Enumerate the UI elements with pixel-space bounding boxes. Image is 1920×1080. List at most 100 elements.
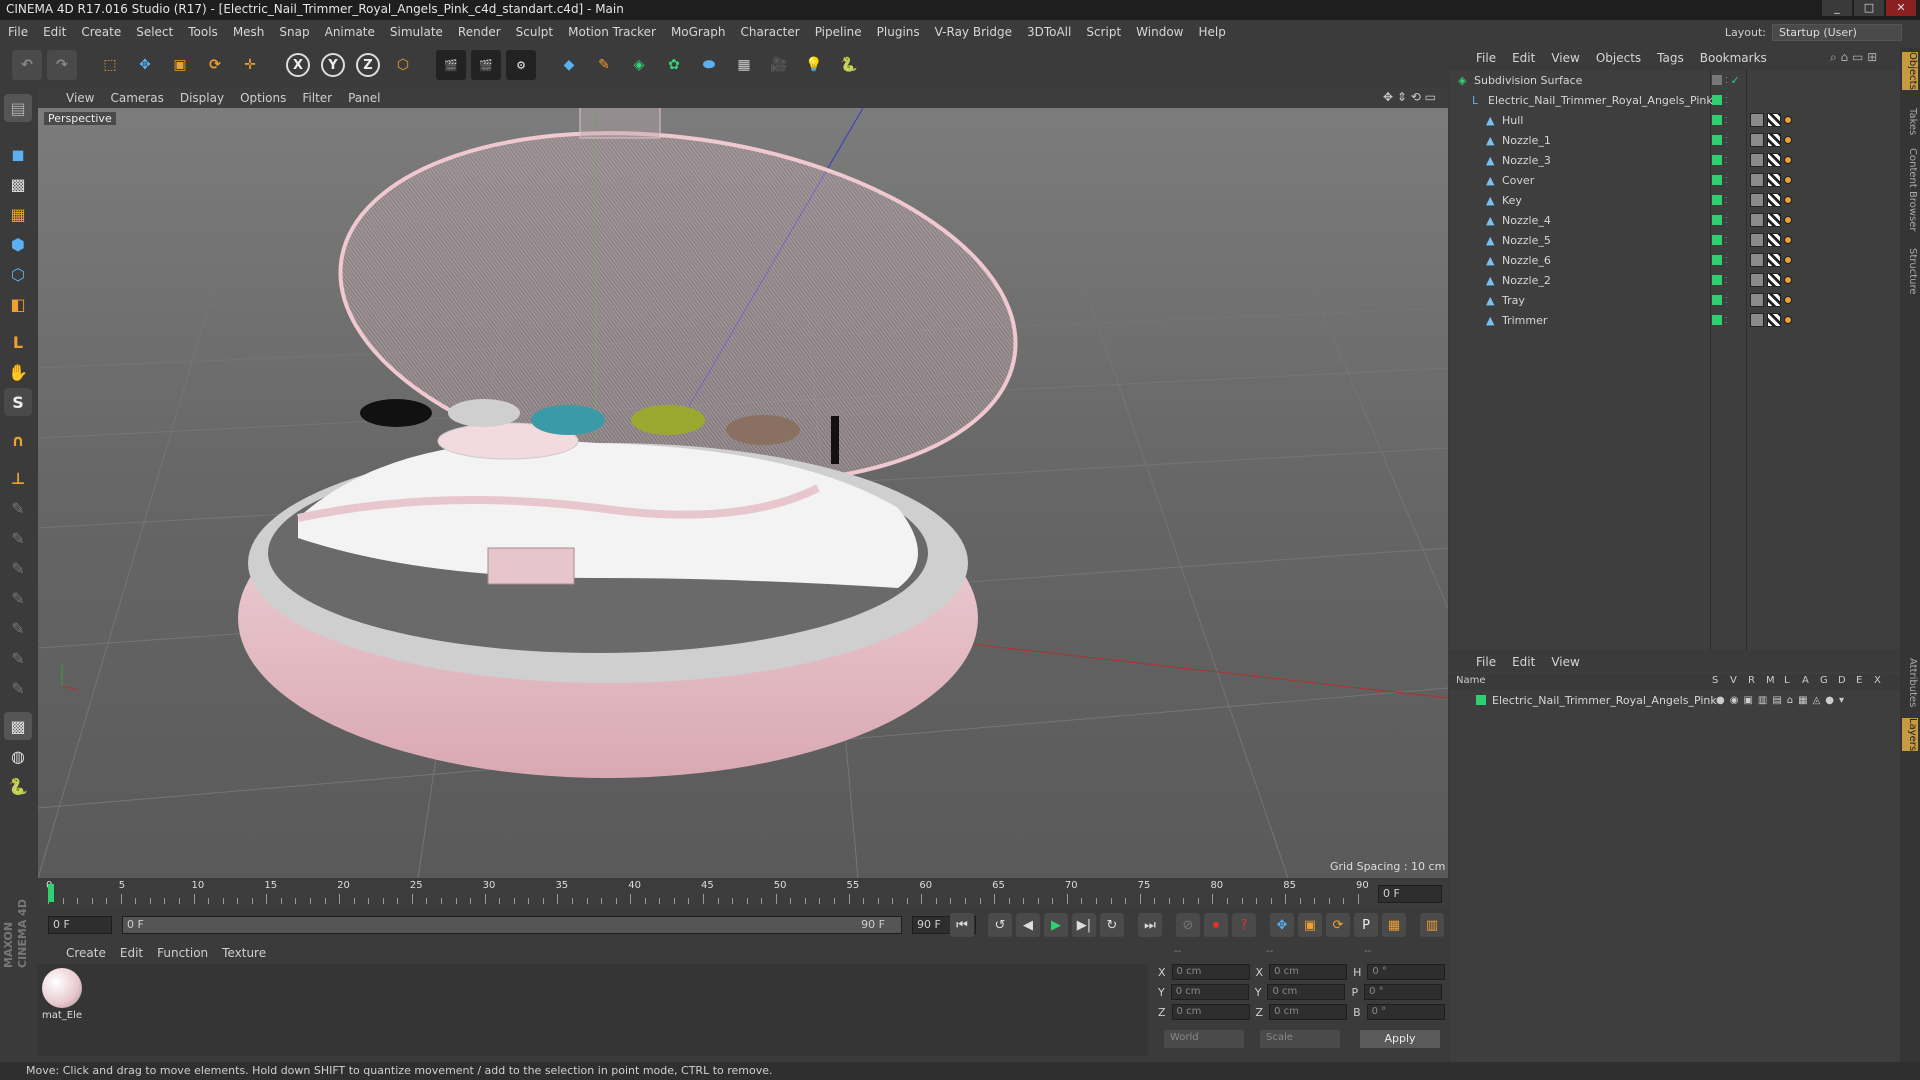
visibility-dots-icon[interactable]: ⁚ [1725,216,1728,225]
enabled-check-icon[interactable]: ✓ [1731,74,1740,87]
layer-column-header[interactable]: V [1730,675,1737,686]
brush-tool-4-icon[interactable]: ✎ [4,584,32,612]
viewport-nav-icons[interactable]: ✥ ⇕ ⟲ ▭ [1383,90,1436,104]
material-tag-icon[interactable] [1767,293,1781,307]
tab-attributes[interactable]: Attributes [1902,658,1918,707]
layer-column-header[interactable]: L [1784,675,1790,686]
visibility-toggles[interactable]: ⁚ ✓ [1712,74,1740,87]
layer-color-chip[interactable] [1712,155,1722,165]
close-button[interactable]: ✕ [1886,0,1916,16]
rotate-tool-icon[interactable]: ⟳ [200,50,230,80]
x-axis-lock-button[interactable]: X [283,50,313,80]
layer-color-chip[interactable] [1712,75,1722,85]
phong-tag-icon[interactable] [1784,176,1792,184]
coordinate-system-icon[interactable]: ⬡ [388,50,418,80]
redo-button[interactable]: ↷ [47,50,77,80]
checker-icon[interactable]: ▩ [4,712,32,740]
layer-color-chip[interactable] [1712,275,1722,285]
layer-color-chip[interactable] [1712,295,1722,305]
phong-tag-icon[interactable] [1784,216,1792,224]
menu-select[interactable]: Select [136,25,173,39]
visibility-toggles[interactable]: ⁚ [1712,315,1728,325]
object-menu-tags[interactable]: Tags [1657,51,1684,65]
render-settings-icon[interactable]: ⚙ [506,50,536,80]
texture-tag-icon[interactable] [1750,173,1764,187]
deformer-icon[interactable]: ⬬ [694,50,724,80]
texture-tag-icon[interactable] [1750,233,1764,247]
render-view-icon[interactable]: 🎬 [436,50,466,80]
layer-menu-file[interactable]: File [1476,655,1496,669]
z-axis-lock-button[interactable]: Z [353,50,383,80]
key-rotation-icon[interactable]: ⟳ [1326,913,1350,937]
material-swatch[interactable]: mat_Ele [42,968,82,1024]
texture-tag-icon[interactable] [1750,153,1764,167]
timeline-ruler[interactable]: 051015202530354045505560657075808590 0 F [38,880,1448,908]
tab-objects[interactable]: Objects [1902,52,1918,90]
texture-tag-icon[interactable] [1750,313,1764,327]
tweak-mode-icon[interactable]: ✋ [4,358,32,386]
viewport-menu-panel[interactable]: Panel [348,91,380,105]
tab-structure[interactable]: Structure [1902,248,1918,295]
cube-primitive-icon[interactable]: ◆ [554,50,584,80]
material-tag-icon[interactable] [1767,133,1781,147]
size-x-field[interactable]: 0 cm [1269,964,1348,980]
menu-mesh[interactable]: Mesh [233,25,265,39]
frame-range-slider[interactable]: 0 F 90 F [122,916,902,934]
object-menu-objects[interactable]: Objects [1596,51,1641,65]
menu-edit[interactable]: Edit [43,25,66,39]
keyframe-selection-icon[interactable]: ⊘ [1176,913,1200,937]
texture-tag-icon[interactable] [1750,273,1764,287]
menu-mograph[interactable]: MoGraph [671,25,726,39]
camera-icon[interactable]: 🎥 [764,50,794,80]
layer-color-chip[interactable] [1712,115,1722,125]
material-tag-icon[interactable] [1767,273,1781,287]
apply-button[interactable]: Apply [1360,1030,1440,1048]
snapping-icon[interactable]: S [4,388,32,416]
layer-column-header[interactable]: A [1802,675,1809,686]
previous-frame-button[interactable]: ◀ [1016,913,1040,937]
make-editable-icon[interactable]: ▤ [4,94,32,122]
layer-color-chip[interactable] [1712,175,1722,185]
material-menu-create[interactable]: Create [66,946,106,960]
axis-mode-icon[interactable]: L [4,328,32,356]
menu-help[interactable]: Help [1198,25,1225,39]
key-scale-icon[interactable]: ▣ [1298,913,1322,937]
position-y-field[interactable]: 0 cm [1170,984,1249,1000]
previous-key-button[interactable]: ↺ [988,913,1012,937]
rotation-p-field[interactable]: 0 ° [1364,984,1443,1000]
object-row[interactable]: ▲ Trimmer ⁚ [1450,310,1900,330]
playhead[interactable] [48,884,54,902]
texture-mode-icon[interactable]: ▩ [4,170,32,198]
visibility-toggles[interactable]: ⁚ [1712,175,1728,185]
layer-color-chip[interactable] [1712,235,1722,245]
menu-render[interactable]: Render [458,25,501,39]
coordinate-mode-dropdown[interactable]: World [1164,1030,1244,1048]
menu-simulate[interactable]: Simulate [390,25,443,39]
layer-column-header[interactable]: D [1838,675,1846,686]
brush-tool-7-icon[interactable]: ✎ [4,674,32,702]
play-button[interactable]: ▶ [1044,913,1068,937]
phong-tag-icon[interactable] [1784,196,1792,204]
phong-tag-icon[interactable] [1784,276,1792,284]
menu-snap[interactable]: Snap [279,25,309,39]
object-row[interactable]: ▲ Key ⁚ [1450,190,1900,210]
visibility-dots-icon[interactable]: ⁚ [1725,76,1728,85]
object-row[interactable]: ▲ Cover ⁚ [1450,170,1900,190]
layer-row[interactable]: Electric_Nail_Trimmer_Royal_Angels_Pink … [1454,692,1894,708]
object-row[interactable]: ▲ Nozzle_1 ⁚ [1450,130,1900,150]
spline-pen-icon[interactable]: ✎ [589,50,619,80]
object-menu-view[interactable]: View [1551,51,1579,65]
undo-button[interactable]: ↶ [12,50,42,80]
layer-column-header[interactable]: S [1712,675,1718,686]
viewport-menu-options[interactable]: Options [240,91,286,105]
autokey-button[interactable]: ? [1232,913,1256,937]
position-z-field[interactable]: 0 cm [1171,1004,1250,1020]
layer-color-chip[interactable] [1712,255,1722,265]
layer-flags[interactable]: ●◉▣▥▤⌂▦◬●▾ [1716,695,1849,706]
menu-motion-tracker[interactable]: Motion Tracker [568,25,656,39]
material-tag-icon[interactable] [1767,233,1781,247]
material-tag-icon[interactable] [1767,213,1781,227]
visibility-dots-icon[interactable]: ⁚ [1725,316,1728,325]
menu-script[interactable]: Script [1086,25,1121,39]
visibility-dots-icon[interactable]: ⁚ [1725,156,1728,165]
